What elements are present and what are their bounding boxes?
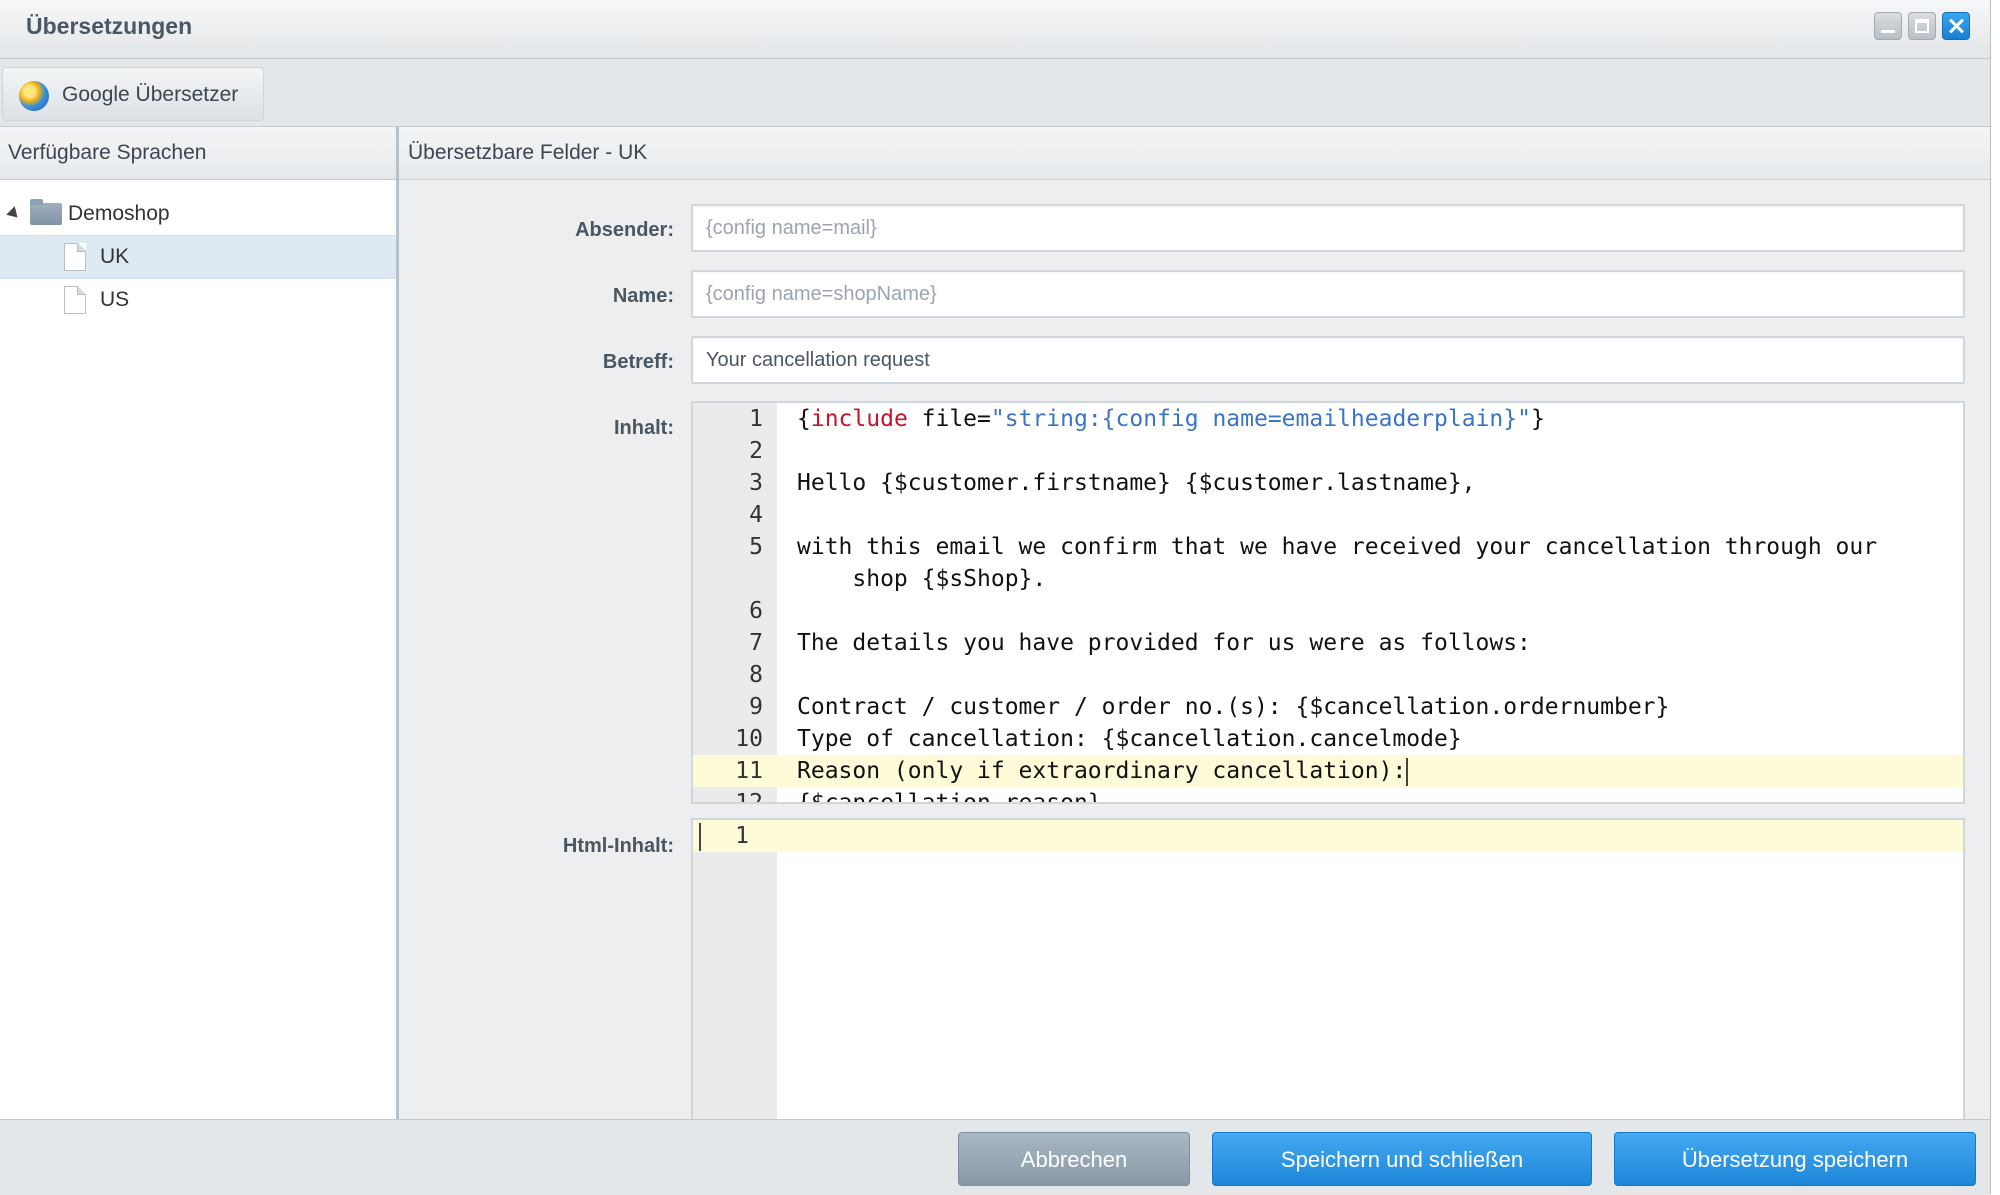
betreff-value: Your cancellation request <box>706 349 930 371</box>
document-icon <box>64 286 86 314</box>
code-line: 11 Reason (only if extraordinary cancella… <box>693 755 1963 787</box>
text-cursor <box>699 822 701 851</box>
inhalt-label: Inhalt: <box>614 417 674 439</box>
languages-panel: Verfügbare Sprachen Demoshop UK US <box>0 127 399 1119</box>
close-icon[interactable] <box>1942 12 1970 40</box>
html-inhalt-code-editor[interactable]: 1 <box>691 818 1965 1119</box>
google-translator-button[interactable]: Google Übersetzer <box>2 67 264 121</box>
code-text: {$cancellation.reason} <box>797 790 1102 804</box>
name-placeholder: {config name=shopName} <box>706 283 937 305</box>
toolbar: Google Übersetzer <box>0 59 1990 127</box>
name-label: Name: <box>612 285 674 307</box>
code-text: The details you have provided for us wer… <box>797 630 1531 656</box>
code-line: 7 The details you have provided for us we… <box>693 627 1963 659</box>
code-line: 6 <box>693 595 1963 627</box>
line-number: 2 <box>749 438 763 464</box>
html-inhalt-label: Html-Inhalt: <box>562 835 674 857</box>
line-number: 8 <box>749 662 763 688</box>
absender-label: Absender: <box>575 219 674 241</box>
window-title: Übersetzungen <box>26 13 193 39</box>
fields-panel-header: Übersetzbare Felder - UK <box>399 127 1990 180</box>
code-line: 12 {$cancellation.reason} <box>693 787 1963 804</box>
cancel-button[interactable]: Abbrechen <box>958 1132 1190 1186</box>
line-number-gutter <box>693 820 777 1119</box>
translatable-fields-panel: Übersetzbare Felder - UK Absender: {conf… <box>399 127 1990 1119</box>
code-text: Type of cancellation: {$cancellation.can… <box>797 726 1462 752</box>
tree-label-us: US <box>100 288 130 311</box>
folder-icon <box>30 199 62 225</box>
line-number: 11 <box>735 758 763 784</box>
code-text: Hello {$customer.firstname} {$customer.l… <box>797 470 1476 496</box>
languages-panel-title: Verfügbare Sprachen <box>8 141 207 164</box>
code-line: 3 Hello {$customer.firstname} {$customer.… <box>693 467 1963 499</box>
tree-item-uk[interactable]: UK <box>0 235 396 279</box>
tree-item-us[interactable]: US <box>0 279 396 321</box>
minimize-icon[interactable] <box>1874 12 1902 40</box>
title-bar: Übersetzungen <box>0 0 1990 59</box>
tree-item-demoshop[interactable]: Demoshop <box>0 193 396 235</box>
line-number: 12 <box>735 790 763 804</box>
line-number: 3 <box>749 470 763 496</box>
maximize-icon[interactable] <box>1908 12 1936 40</box>
name-input[interactable]: {config name=shopName} <box>691 270 1965 318</box>
google-translator-label: Google Übersetzer <box>62 83 239 106</box>
line-number: 9 <box>749 694 763 720</box>
save-and-close-button[interactable]: Speichern und schließen <box>1212 1132 1592 1186</box>
line-number: 6 <box>749 598 763 624</box>
line-number: 5 <box>749 534 763 560</box>
text-cursor <box>1406 757 1409 786</box>
save-translation-button[interactable]: Übersetzung speichern <box>1614 1132 1976 1186</box>
code-line: 2 <box>693 435 1963 467</box>
globe-icon <box>19 81 49 111</box>
line-number: 4 <box>749 502 763 528</box>
code-keyword: include <box>810 406 908 432</box>
document-icon <box>64 243 86 271</box>
betreff-label: Betreff: <box>602 351 674 373</box>
code-text <box>699 820 701 852</box>
code-line: 5 with this email we confirm that we have… <box>693 531 1963 595</box>
code-line: 4 <box>693 499 1963 531</box>
code-text: {include file="string:{config name=email… <box>797 406 1545 432</box>
translation-window: Übersetzungen Google Übersetzer Verfügba… <box>0 0 1991 1195</box>
betreff-input[interactable]: Your cancellation request <box>691 336 1965 384</box>
tree-label-uk: UK <box>100 245 130 268</box>
code-line: 8 <box>693 659 1963 691</box>
languages-panel-header: Verfügbare Sprachen <box>0 127 396 180</box>
tree-label-demoshop: Demoshop <box>68 202 170 225</box>
code-line: 10 Type of cancellation: {$cancellation.c… <box>693 723 1963 755</box>
code-text: with this email we confirm that we have … <box>797 534 1878 592</box>
line-number: 1 <box>749 406 763 432</box>
absender-placeholder: {config name=mail} <box>706 217 877 239</box>
line-number: 1 <box>735 823 749 849</box>
code-text: Reason (only if extraordinary cancellati… <box>797 757 1409 786</box>
code-line: 1 {include file="string:{config name=emai… <box>693 403 1963 435</box>
line-number: 10 <box>735 726 763 752</box>
line-number: 7 <box>749 630 763 656</box>
expand-triangle-icon[interactable] <box>6 206 22 222</box>
code-string: "string:{config name=emailheaderplain}" <box>990 406 1531 432</box>
absender-input[interactable]: {config name=mail} <box>691 204 1965 252</box>
code-line: 1 <box>693 820 1963 852</box>
code-text: Contract / customer / order no.(s): {$ca… <box>797 694 1670 720</box>
code-line: 9 Contract / customer / order no.(s): {$c… <box>693 691 1963 723</box>
fields-panel-title: Übersetzbare Felder - UK <box>408 141 648 164</box>
footer-bar: Abbrechen Speichern und schließen Überse… <box>0 1119 1990 1195</box>
inhalt-code-editor[interactable]: 1 {include file="string:{config name=emai… <box>691 401 1965 804</box>
